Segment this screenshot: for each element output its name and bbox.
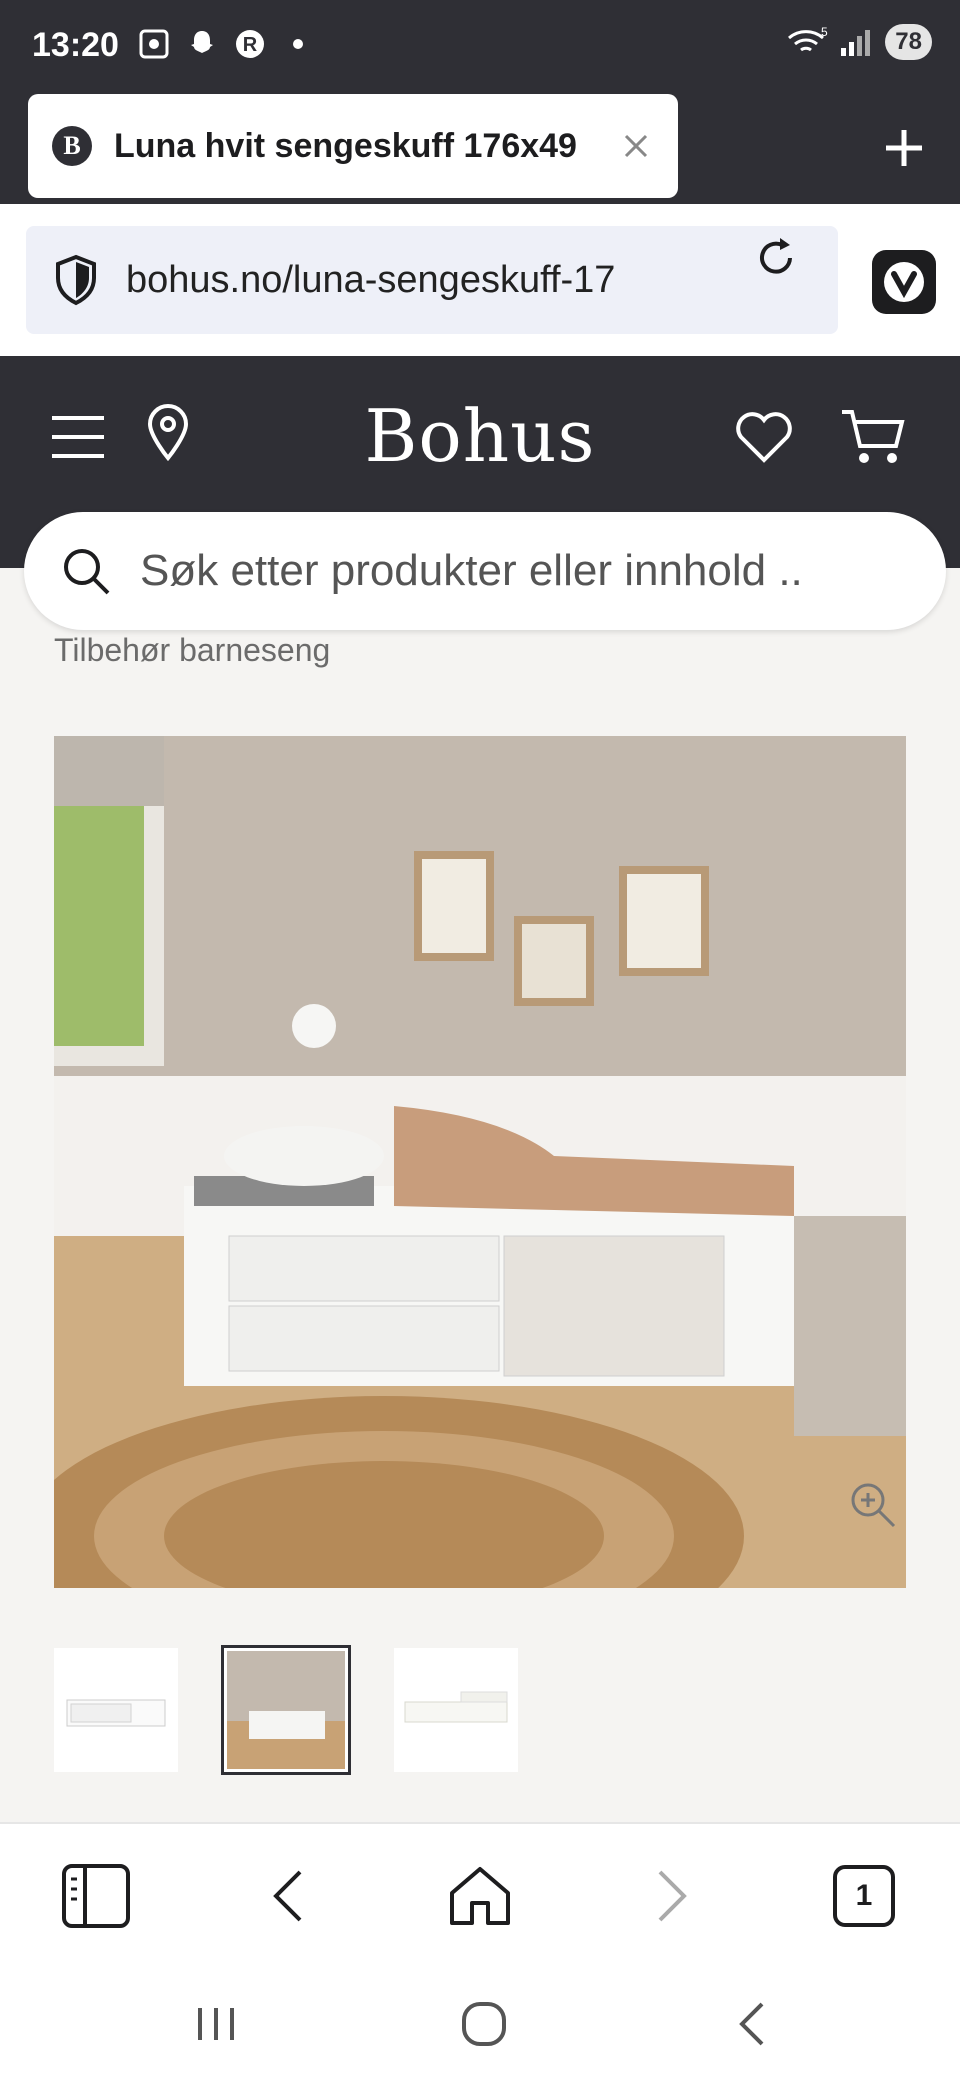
forward-button[interactable] — [634, 1858, 710, 1934]
recents-icon — [198, 2008, 234, 2040]
panel-button[interactable] — [58, 1858, 134, 1934]
circle-home-icon — [462, 2002, 506, 2046]
product-photo — [54, 736, 906, 1588]
plus-icon[interactable] — [876, 120, 932, 176]
svg-text:5: 5 — [821, 25, 828, 39]
battery-indicator: 78 — [885, 24, 932, 60]
search-input[interactable] — [140, 546, 900, 596]
search-bar[interactable] — [24, 512, 946, 630]
search-icon — [64, 549, 110, 595]
zoom-icon[interactable] — [848, 1480, 898, 1530]
vivaldi-menu-button[interactable] — [872, 250, 936, 314]
android-home-button[interactable] — [454, 1994, 514, 2054]
thumbnail-1[interactable] — [54, 1648, 178, 1772]
thumbnail-gallery — [54, 1645, 518, 1775]
thumbnail-2[interactable] — [221, 1645, 351, 1775]
status-right: 5 78 — [785, 24, 932, 60]
android-back-button[interactable] — [722, 1994, 782, 2054]
snapchat-icon — [184, 26, 220, 62]
home-button[interactable] — [442, 1858, 518, 1934]
favicon-icon: B — [52, 126, 92, 166]
shield-icon[interactable] — [54, 254, 98, 306]
browser-bottom-bar: 1 — [0, 1822, 960, 1972]
app-r-icon: R — [232, 26, 268, 62]
back-icon — [273, 1870, 302, 1922]
notification-icons: R — [136, 26, 316, 62]
status-bar: 13:20 R 5 78 — [0, 0, 960, 92]
back-button[interactable] — [250, 1858, 326, 1934]
heart-icon[interactable] — [734, 410, 794, 464]
wifi-icon: 5 — [788, 25, 828, 52]
site-logo[interactable]: Bohus — [0, 394, 960, 478]
tab-title: Luna hvit sengeskuff 176x49 — [114, 126, 577, 165]
browser-tab[interactable]: B Luna hvit sengeskuff 176x49 — [28, 94, 678, 198]
dot-icon — [280, 26, 316, 62]
tab-switcher-button[interactable]: 1 — [826, 1858, 902, 1934]
forward-icon — [658, 1870, 687, 1922]
url-text[interactable]: bohus.no/luna-sengeskuff-17 — [126, 259, 686, 302]
tab-count: 1 — [833, 1865, 895, 1927]
reload-icon[interactable] — [752, 234, 800, 282]
vivaldi-icon — [884, 262, 924, 302]
svg-text:R: R — [243, 34, 258, 56]
address-bar[interactable]: bohus.no/luna-sengeskuff-17 — [26, 226, 838, 334]
address-area: bohus.no/luna-sengeskuff-17 — [0, 204, 960, 356]
android-nav-bar — [0, 1972, 960, 2080]
product-image[interactable] — [54, 736, 906, 1588]
chevron-left-icon — [739, 2002, 764, 2046]
close-icon[interactable] — [616, 126, 656, 166]
recents-button[interactable] — [186, 1994, 246, 2054]
sidebar-icon — [62, 1864, 130, 1928]
tab-strip: B Luna hvit sengeskuff 176x49 — [0, 92, 960, 204]
home-icon — [450, 1867, 510, 1925]
signal-icon — [841, 30, 871, 56]
cart-icon[interactable] — [840, 406, 906, 466]
screenshot-icon — [136, 26, 172, 62]
breadcrumb[interactable]: Tilbehør barneseng — [54, 632, 330, 669]
status-time: 13:20 — [32, 26, 119, 64]
thumbnail-3[interactable] — [394, 1648, 518, 1772]
